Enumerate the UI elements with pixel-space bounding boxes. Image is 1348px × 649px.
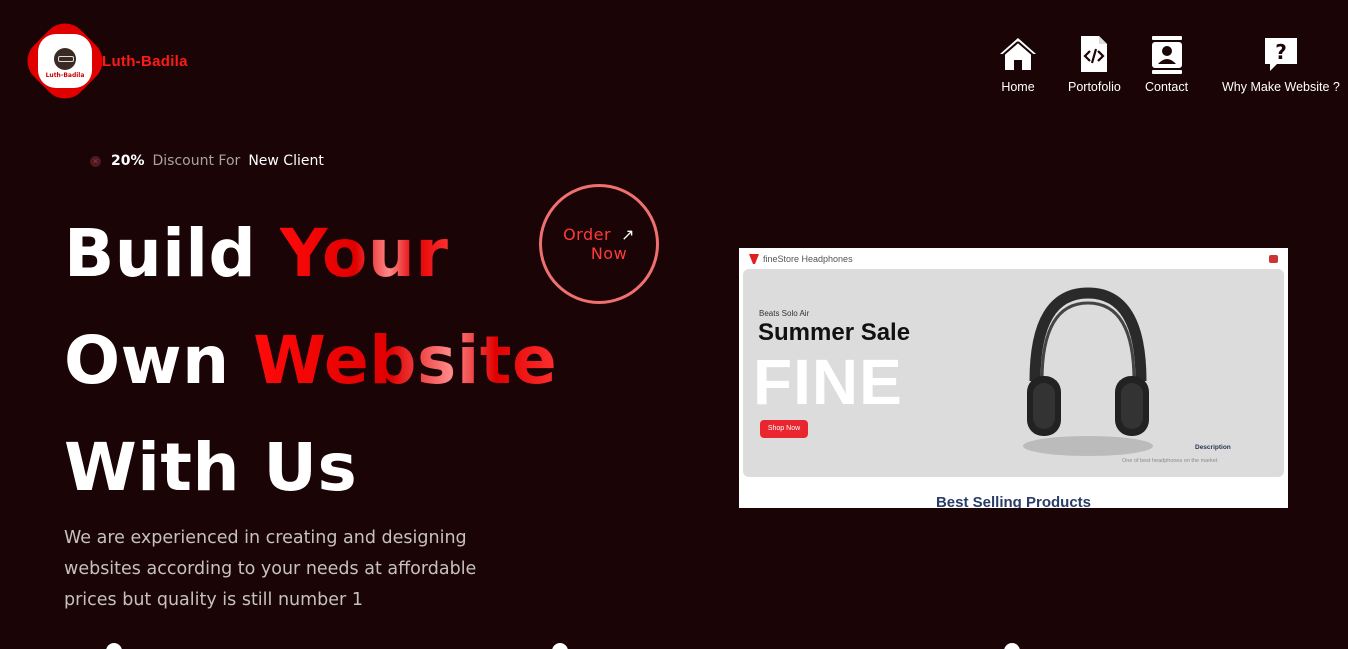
main-nav: Home Portofolio Contact ? Why Make Websi… <box>968 34 1348 104</box>
headline-word: Own <box>64 322 230 399</box>
headphones-icon <box>1023 287 1153 456</box>
headline-accent-word: Your <box>279 215 449 292</box>
preview-section-title: Best Selling Products <box>935 494 1092 508</box>
preview-subtitle: Beats Solo Air <box>759 309 810 318</box>
hero-headline: Build Your Own Website With Us <box>64 200 557 521</box>
website-preview-image: fineStore Headphones Beats Solo Air Summ… <box>739 248 1288 508</box>
order-now-button[interactable]: Order ↗ Now <box>539 184 659 304</box>
store-logo-icon <box>749 254 759 264</box>
code-file-icon <box>1081 36 1108 72</box>
brand-name: Luth-Badila <box>102 52 188 70</box>
arrow-up-right-icon: ↗ <box>621 225 635 244</box>
order-label-now: Now <box>590 244 628 263</box>
timeline-dot <box>552 643 568 649</box>
headline-word: Build <box>64 215 257 292</box>
order-label: Order <box>563 225 612 244</box>
discount-target: New Client <box>248 153 324 169</box>
headline-word: With Us <box>64 429 358 506</box>
preview-description-heading: Description <box>1195 444 1231 451</box>
headline-accent-word: Website <box>253 322 558 399</box>
avatar <box>54 47 76 70</box>
close-circle-icon: ✕ <box>90 155 101 167</box>
timeline-dot <box>106 643 122 649</box>
store-name: fineStore Headphones <box>763 254 853 264</box>
preview-description-text: One of best headphones on the market <box>1122 458 1218 464</box>
discount-text: Discount For <box>152 153 241 169</box>
nav-item-portofolio[interactable]: Portofolio <box>1068 34 1121 94</box>
cart-icon <box>1269 255 1278 263</box>
logo-badge: Luth-Badila <box>18 14 112 108</box>
hero-description: We are experienced in creating and desig… <box>64 528 477 610</box>
nav-item-contact[interactable]: Contact <box>1145 34 1188 94</box>
brand-logo[interactable]: Luth-Badila Luth-Badila <box>18 14 188 108</box>
nav-item-home[interactable]: Home <box>998 34 1038 94</box>
question-bubble-icon: ? <box>1264 38 1297 71</box>
discount-percent: 20% <box>111 153 145 169</box>
contact-card-icon <box>1151 36 1182 74</box>
discount-banner: ✕ 20% Discount For New Client <box>90 153 324 169</box>
home-icon <box>1000 38 1036 70</box>
preview-banner: Beats Solo Air Summer Sale FINE Shop Now… <box>743 269 1284 477</box>
svg-text:?: ? <box>1275 40 1287 64</box>
preview-shop-button: Shop Now <box>760 420 808 438</box>
preview-title: Summer Sale <box>758 319 911 346</box>
nav-item-why-make-website[interactable]: ? Why Make Website ? <box>1222 34 1340 94</box>
preview-big-word: FINE <box>753 346 903 418</box>
timeline-dot <box>1004 643 1020 649</box>
